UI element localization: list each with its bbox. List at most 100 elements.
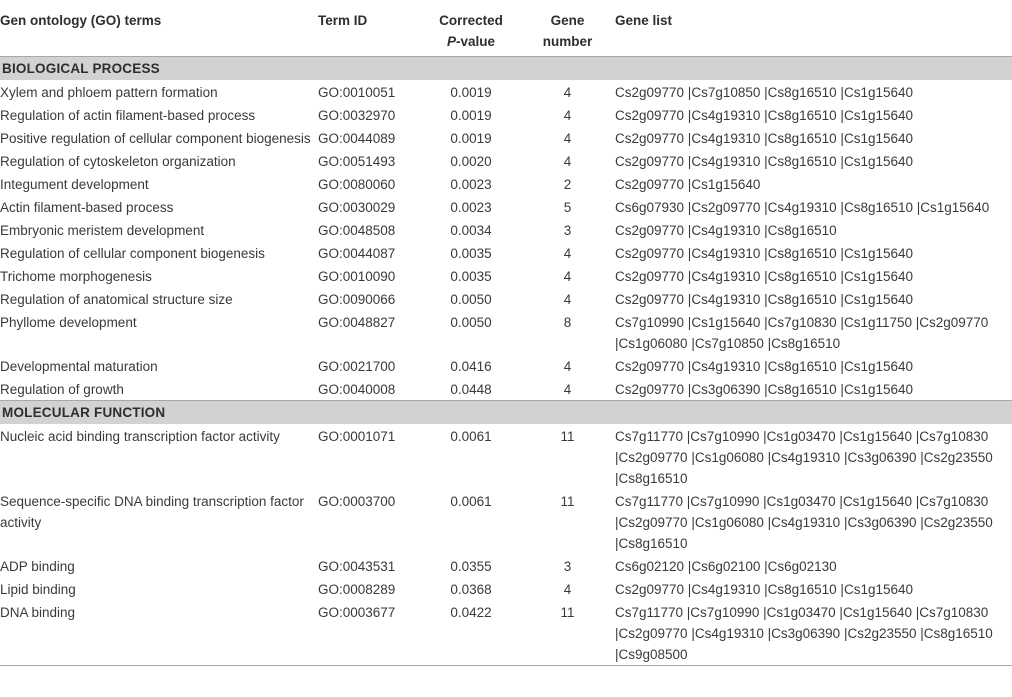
corrected-p-value-cell: 0.0019 [450, 130, 492, 146]
corrected-p-value-cell: 0.0020 [450, 153, 492, 169]
table-row: Actin filament-based process GO:0030029 0.… [0, 195, 1012, 218]
gene-list-cell: Cs2g09770 |Cs4g19310 |Cs8g16510 |Cs1g156… [615, 245, 913, 261]
table-row: Regulation of anatomical structure size G… [0, 287, 1012, 310]
header-p-rest: -value [455, 34, 496, 49]
go-term-cell: Regulation of actin filament-based proce… [0, 107, 256, 123]
term-id-cell: GO:0051493 [318, 153, 396, 169]
go-terms-table: Gen ontology (GO) terms Term ID Correcte… [0, 0, 1012, 666]
gene-list-cell: Cs2g09770 |Cs4g19310 |Cs8g16510 [615, 222, 837, 238]
gene-list-cell: Cs7g11770 |Cs7g10990 |Cs1g03470 |Cs1g156… [610, 599, 1012, 666]
go-term-cell: Developmental maturation [0, 358, 158, 374]
table-row: Phyllome development GO:0048827 0.0050 8 Cs7… [0, 310, 1012, 354]
go-term-cell: Positive regulation of cellular componen… [0, 130, 311, 146]
header-p-line1: Corrected [439, 13, 503, 28]
header-gene-line2: number [542, 34, 593, 49]
gene-list-cell: Cs2g09770 |Cs4g19310 |Cs8g16510 |Cs1g156… [615, 268, 913, 284]
corrected-p-value-cell: 0.0035 [450, 268, 492, 284]
table-row: Integument development GO:0080060 0.0023 2 C… [0, 172, 1012, 195]
table-row: Developmental maturation GO:0021700 0.0416… [0, 354, 1012, 377]
go-term-cell: Regulation of cytoskeleton organization [0, 153, 236, 169]
gene-list-cell: Cs2g09770 |Cs4g19310 |Cs8g16510 |Cs1g156… [615, 358, 913, 374]
header-gene-number: Gene number [525, 0, 610, 57]
corrected-p-value-cell: 0.0050 [450, 291, 492, 307]
header-go-terms: Gen ontology (GO) terms [0, 0, 318, 57]
gene-number-cell: 4 [563, 291, 572, 307]
go-term-cell: DNA binding [0, 599, 318, 666]
term-id-cell: GO:0030029 [318, 199, 396, 215]
gene-list-cell: Cs7g10990 |Cs1g15640 |Cs7g10830 |Cs1g117… [615, 314, 989, 351]
header-corrected-p-value: Corrected P-value [417, 0, 525, 57]
term-id-cell: GO:0003700 [318, 493, 396, 509]
table-row: DNA binding GO:0003677 0.0422 11 Cs7g11770 |… [0, 599, 1012, 666]
corrected-p-value-cell: 0.0034 [450, 222, 492, 238]
table-row: Lipid binding GO:0008289 0.0368 4 Cs2g09770 … [0, 577, 1012, 600]
table-row: Regulation of actin filament-based proce… [0, 103, 1012, 126]
go-term-cell: Nucleic acid binding transcription facto… [0, 428, 280, 444]
gene-list-cell: Cs2g09770 |Cs7g10850 |Cs8g16510 |Cs1g156… [615, 84, 913, 100]
gene-list-cell: Cs2g09770 |Cs4g19310 |Cs8g16510 |Cs1g156… [615, 130, 913, 146]
term-id-cell: GO:0003677 [318, 599, 417, 666]
go-term-cell: ADP binding [0, 558, 75, 574]
go-term-cell: Sequence-specific DNA binding transcript… [0, 493, 304, 530]
term-id-cell: GO:0008289 [318, 581, 396, 597]
table-header-row: Gen ontology (GO) terms Term ID Correcte… [0, 0, 1012, 57]
term-id-cell: GO:0040008 [318, 381, 396, 397]
section-header-row: MOLECULAR FUNCTION [0, 399, 1012, 424]
table-row: Xylem and phloem pattern formation GO:001… [0, 80, 1012, 103]
term-id-cell: GO:0021700 [318, 358, 396, 374]
table-row: ADP binding GO:0043531 0.0355 3 Cs6g02120 |C… [0, 554, 1012, 577]
term-id-cell: GO:0044087 [318, 245, 396, 261]
gene-list-cell: Cs7g11770 |Cs7g10990 |Cs1g03470 |Cs1g156… [615, 493, 993, 551]
table-row: Nucleic acid binding transcription facto… [0, 424, 1012, 489]
gene-number-cell: 5 [563, 199, 572, 215]
table-row: Embryonic meristem development GO:0048508… [0, 218, 1012, 241]
table-row: Trichome morphogenesis GO:0010090 0.0035 4 C… [0, 264, 1012, 287]
gene-number-cell: 3 [563, 558, 572, 574]
corrected-p-value-cell: 0.0019 [450, 84, 492, 100]
table-row: Positive regulation of cellular componen… [0, 126, 1012, 149]
gene-number-cell: 4 [563, 268, 572, 284]
go-term-cell: Lipid binding [0, 581, 76, 597]
table-row: Regulation of cellular component biogene… [0, 241, 1012, 264]
go-term-cell: Regulation of growth [0, 381, 124, 397]
corrected-p-value-cell: 0.0023 [450, 199, 492, 215]
corrected-p-value-cell: 0.0035 [450, 245, 492, 261]
gene-list-cell: Cs2g09770 |Cs4g19310 |Cs8g16510 |Cs1g156… [615, 581, 913, 597]
gene-number-cell: 4 [563, 153, 572, 169]
corrected-p-value-cell: 0.0448 [450, 381, 492, 397]
header-term-id: Term ID [318, 0, 417, 57]
header-gene-line1: Gene [550, 13, 585, 28]
go-term-cell: Regulation of anatomical structure size [0, 291, 233, 307]
section-title: MOLECULAR FUNCTION [0, 399, 1012, 424]
gene-number-cell: 4 [563, 581, 572, 597]
gene-number-cell: 11 [525, 599, 610, 666]
table-body: BIOLOGICAL PROCESS Xylem and phloem patte… [0, 55, 1012, 666]
corrected-p-value-cell: 0.0355 [450, 558, 492, 574]
gene-number-cell: 4 [563, 130, 572, 146]
gene-list-cell: Cs2g09770 |Cs4g19310 |Cs8g16510 |Cs1g156… [615, 107, 913, 123]
gene-number-cell: 4 [563, 381, 572, 397]
go-term-cell: Actin filament-based process [0, 199, 174, 215]
gene-list-cell: Cs2g09770 |Cs4g19310 |Cs8g16510 |Cs1g156… [615, 153, 913, 169]
term-id-cell: GO:0010090 [318, 268, 396, 284]
gene-number-cell: 4 [563, 84, 572, 100]
term-id-cell: GO:0043531 [318, 558, 396, 574]
term-id-cell: GO:0048827 [318, 314, 396, 330]
term-id-cell: GO:0032970 [318, 107, 396, 123]
gene-list-cell: Cs2g09770 |Cs3g06390 |Cs8g16510 |Cs1g156… [615, 381, 913, 397]
term-id-cell: GO:0001071 [318, 428, 396, 444]
section-title: BIOLOGICAL PROCESS [0, 55, 1012, 80]
gene-number-cell: 4 [563, 245, 572, 261]
header-gene-list: Gene list [610, 0, 1012, 57]
gene-number-cell: 11 [560, 493, 575, 509]
table-row: Regulation of growth GO:0040008 0.0448 4 Cs2… [0, 377, 1012, 401]
gene-list-cell: Cs2g09770 |Cs4g19310 |Cs8g16510 |Cs1g156… [615, 291, 913, 307]
table-row: Regulation of cytoskeleton organization G… [0, 149, 1012, 172]
header-p-italic: P [446, 34, 456, 49]
corrected-p-value-cell: 0.0050 [450, 314, 492, 330]
gene-number-cell: 8 [563, 314, 572, 330]
corrected-p-value-cell: 0.0422 [417, 599, 525, 666]
section-header-row: BIOLOGICAL PROCESS [0, 55, 1012, 80]
table-row: Sequence-specific DNA binding transcript… [0, 489, 1012, 554]
go-term-cell: Xylem and phloem pattern formation [0, 84, 218, 100]
